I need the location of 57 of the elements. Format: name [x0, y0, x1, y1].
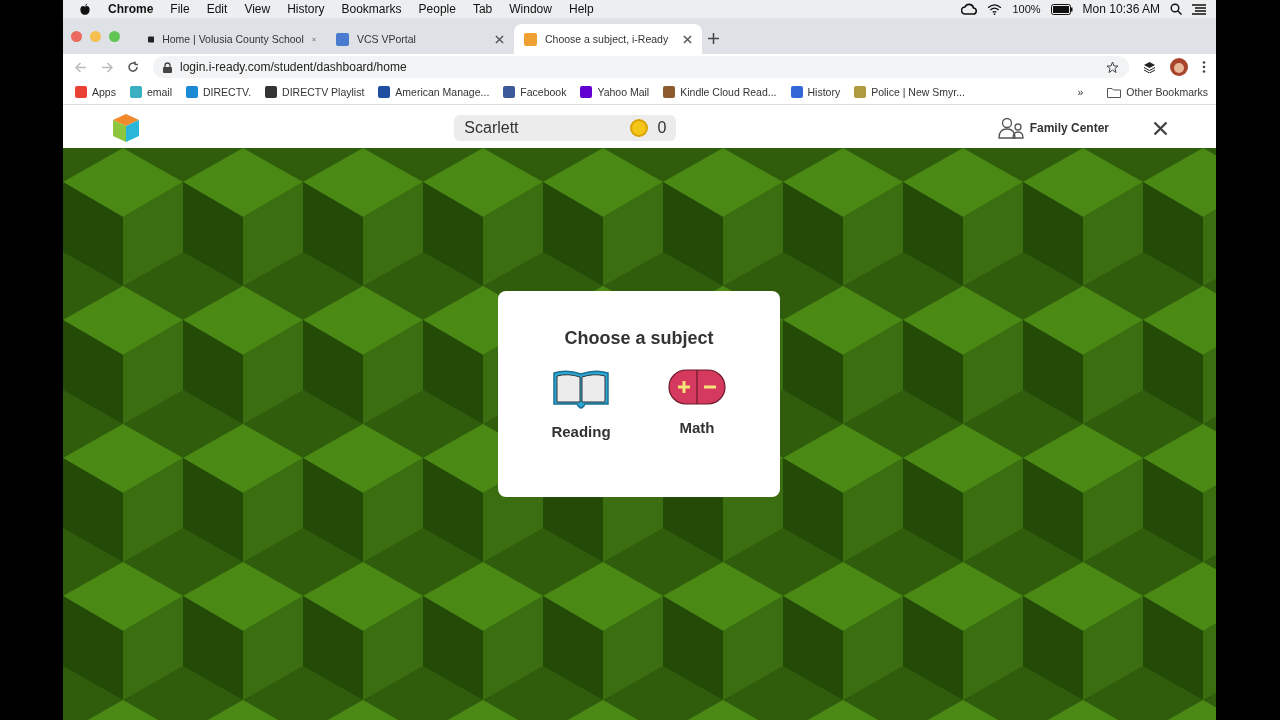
- subject-option[interactable]: Reading: [543, 369, 619, 440]
- dialog-title: Choose a subject: [564, 328, 714, 349]
- avatar-icon[interactable]: [1170, 58, 1188, 76]
- coin-icon: [629, 118, 650, 138]
- subject-option[interactable]: Math: [659, 369, 735, 440]
- menu-item[interactable]: Tab: [472, 2, 493, 16]
- tab-favicon-icon: [524, 32, 537, 46]
- menu-item[interactable]: Help: [568, 2, 594, 16]
- tab-close-icon[interactable]: [495, 34, 504, 44]
- apple-icon[interactable]: [79, 2, 91, 16]
- menu-item[interactable]: File: [170, 2, 190, 16]
- book-icon: [552, 369, 610, 409]
- bookmark[interactable]: Yahoo Mail: [580, 86, 650, 98]
- people-icon: [997, 117, 1024, 139]
- battery-percent: 100%: [1012, 3, 1041, 15]
- tab-favicon-icon: [336, 32, 349, 46]
- plus-minus-icon: [668, 369, 726, 405]
- bookmark[interactable]: DIRECTV Playlist: [265, 86, 365, 98]
- address-bar[interactable]: login.i-ready.com/student/dashboard/home: [153, 56, 1129, 78]
- coin-count: 0: [657, 119, 667, 137]
- bookmark[interactable]: History: [790, 86, 841, 98]
- reload-icon[interactable]: [127, 61, 139, 73]
- tab-close-icon[interactable]: [683, 34, 692, 44]
- family-center-button[interactable]: Family Center: [991, 116, 1115, 140]
- menu-item[interactable]: Bookmarks: [341, 2, 402, 16]
- cloud-icon[interactable]: [961, 3, 978, 15]
- bookmark[interactable]: Apps: [75, 86, 116, 98]
- menu-item[interactable]: View: [244, 2, 271, 16]
- bookmark[interactable]: DIRECTV.: [186, 86, 252, 98]
- menu-item[interactable]: Window: [509, 2, 552, 16]
- browser-tab[interactable]: Choose a subject, i-Ready: [514, 24, 702, 54]
- app-menu[interactable]: Chrome: [108, 2, 154, 16]
- clock: Mon 10:36 AM: [1082, 2, 1160, 16]
- bookmark[interactable]: Facebook: [503, 86, 567, 98]
- browser-tab[interactable]: VCS VPortal: [326, 24, 514, 54]
- menu-item[interactable]: History: [287, 2, 325, 16]
- menu-item[interactable]: People: [418, 2, 456, 16]
- lock-icon: [163, 61, 172, 73]
- star-icon[interactable]: [1106, 60, 1119, 74]
- student-name: Scarlett: [464, 119, 520, 137]
- menu-item[interactable]: Edit: [206, 2, 228, 16]
- bookmark[interactable]: Police | New Smyr...: [854, 86, 965, 98]
- search-icon[interactable]: [1170, 3, 1182, 15]
- menu-icon[interactable]: [1192, 3, 1206, 15]
- battery-icon[interactable]: [1050, 3, 1073, 15]
- bookmark[interactable]: email: [129, 86, 173, 98]
- more-menu-icon[interactable]: [1202, 61, 1206, 73]
- new-tab-icon[interactable]: [708, 32, 719, 44]
- bookmarks-overflow[interactable]: »: [1077, 86, 1084, 98]
- other-bookmarks[interactable]: Other Bookmarks: [1107, 86, 1208, 98]
- layers-icon[interactable]: [1143, 61, 1156, 73]
- bookmark[interactable]: Kindle Cloud Read...: [663, 86, 777, 98]
- close-icon[interactable]: [1153, 120, 1168, 136]
- bookmark[interactable]: American Manage...: [378, 86, 490, 98]
- wifi-icon[interactable]: [987, 3, 1003, 15]
- folder-icon: [1107, 86, 1122, 98]
- browser-tab[interactable]: Home | Volusia County School: [138, 24, 326, 54]
